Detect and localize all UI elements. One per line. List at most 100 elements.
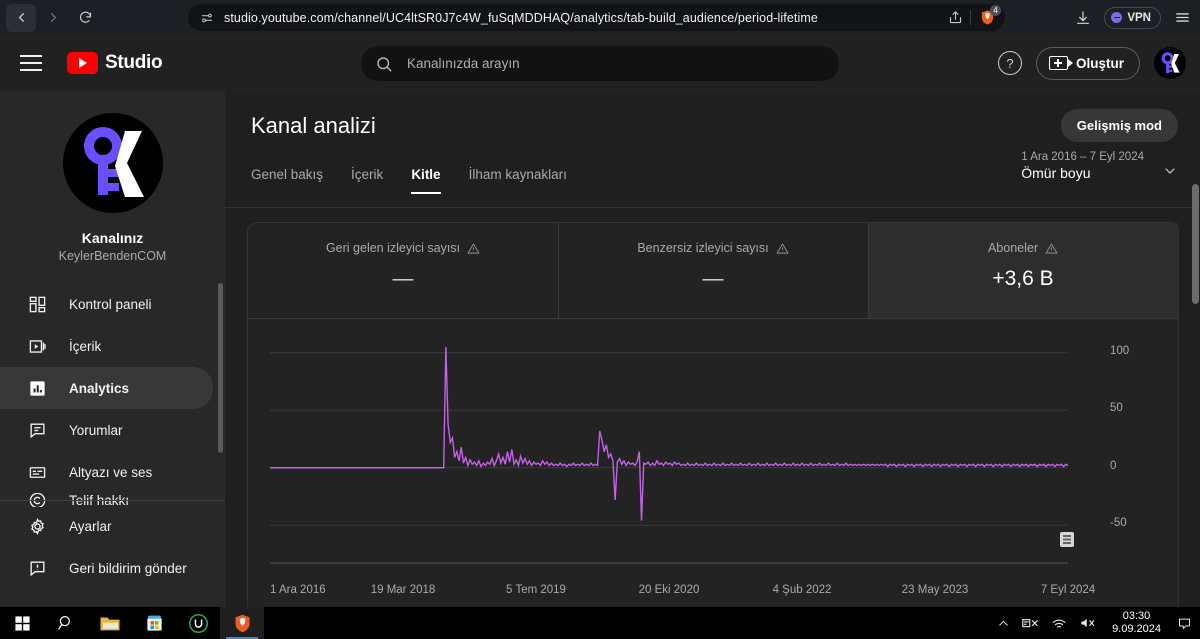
sidebar-toggle-button[interactable]: [20, 51, 44, 75]
sidebar-scrollbar[interactable]: [218, 283, 223, 453]
subtitles-icon: [25, 460, 49, 484]
chart-range-handle[interactable]: [1060, 532, 1074, 547]
feedback-icon: [25, 556, 49, 580]
forward-button[interactable]: [38, 4, 68, 32]
taskbar-clock[interactable]: 03:30 9.09.2024: [1108, 610, 1165, 636]
microsoft-store[interactable]: [132, 607, 176, 639]
metric-returning-viewers[interactable]: Geri gelen izleyici sayısı —: [248, 223, 558, 318]
create-video-icon: [1048, 56, 1073, 70]
metric-value: —: [702, 267, 724, 290]
youtube-studio-logo[interactable]: Studio: [67, 52, 163, 74]
warning-icon[interactable]: [1045, 242, 1058, 255]
date-range-text: 1 Ara 2016 – 7 Eyl 2024 Ömür boyu: [1021, 151, 1144, 181]
sidebar-item-dashboard[interactable]: Kontrol paneli: [0, 283, 213, 325]
channel-avatar-icon: [1155, 48, 1185, 78]
metric-title: Benzersiz izleyici sayısı: [637, 241, 789, 255]
chart-x-axis: 1 Ara 2016 19 Mar 2018 5 Tem 2019 20 Eki 20…: [248, 564, 1180, 596]
chevron-up-icon: [999, 620, 1008, 626]
chart-y-tick: 50: [1110, 402, 1123, 415]
chevron-down-icon[interactable]: [1162, 163, 1178, 184]
sidebar-item-analytics[interactable]: Analytics: [0, 367, 213, 409]
site-settings-icon[interactable]: [198, 9, 216, 27]
windows-start-icon: [14, 615, 30, 631]
chart-y-tick: 0: [1110, 459, 1117, 472]
share-icon[interactable]: [948, 10, 963, 25]
sidebar-bottom-nav: Ayarlar Geri bildirim gönder: [0, 493, 225, 589]
volume-muted-icon[interactable]: [1079, 616, 1096, 630]
youtube-play-icon: [67, 52, 98, 74]
back-button[interactable]: [6, 3, 36, 32]
sidebar-item-subtitles[interactable]: Altyazı ve ses: [0, 451, 213, 493]
date-range-label: Ömür boyu: [1021, 165, 1091, 181]
notifications-icon[interactable]: [1177, 616, 1192, 631]
reload-button[interactable]: [70, 4, 100, 32]
sidebar-item-label: Geri bildirim gönder: [69, 560, 187, 576]
brave-browser[interactable]: [220, 607, 264, 639]
metric-label: Geri gelen izleyici sayısı: [325, 241, 461, 255]
avatar[interactable]: [1154, 47, 1186, 79]
sidebar-item-label: Yorumlar: [69, 422, 123, 438]
chart-x-tick: 7 Eyl 2024: [1040, 584, 1096, 596]
metric-value: —: [392, 267, 414, 290]
chart-y-tick: -50: [1110, 517, 1127, 530]
analytics-tabs: Genel bakış İçerik Kitle İlham kaynaklar…: [251, 167, 581, 194]
create-button[interactable]: Oluştur: [1035, 46, 1140, 80]
start-button[interactable]: [0, 607, 44, 639]
metric-unique-viewers[interactable]: Benzersiz izleyici sayısı —: [558, 223, 868, 318]
tab-content[interactable]: İçerik: [337, 167, 397, 194]
search-icon: [375, 55, 393, 73]
sidebar-item-label: İçerik: [69, 338, 102, 354]
tab-inspiration[interactable]: İlham kaynakları: [455, 167, 581, 194]
u-app[interactable]: [176, 607, 220, 639]
brave-shields-button[interactable]: 4: [978, 5, 1001, 27]
channel-avatar-icon: [62, 113, 163, 213]
main-scrollbar[interactable]: [1192, 184, 1199, 304]
shield-block-count: 4: [990, 5, 1001, 16]
sidebar-item-content[interactable]: İçerik: [0, 325, 213, 367]
sidebar-item-settings[interactable]: Ayarlar: [0, 505, 213, 547]
warning-icon[interactable]: [776, 242, 789, 255]
vpn-status-icon: [1111, 12, 1123, 23]
forward-arrow-icon: [50, 13, 56, 22]
u-app-icon: [188, 613, 208, 633]
subscribers-chart[interactable]: 100 50 0 -50 1 Ara 2016 19 Mar 2018 5 Tem 201…: [248, 320, 1180, 607]
sidebar-item-label: Ayarlar: [69, 518, 112, 534]
show-hidden-icons[interactable]: [997, 617, 1010, 630]
analytics-icon: [25, 376, 49, 400]
browser-menu-button[interactable]: [1170, 6, 1194, 30]
warning-icon[interactable]: [467, 242, 480, 255]
reload-icon: [79, 11, 91, 23]
comments-icon: [25, 418, 49, 442]
metric-value: +3,6 B: [992, 267, 1054, 290]
sidebar-item-feedback[interactable]: Geri bildirim gönder: [0, 547, 213, 589]
chart-y-tick: 100: [1110, 344, 1130, 357]
windows-taskbar: 03:30 9.09.2024: [0, 607, 1200, 639]
taskbar-search[interactable]: [44, 607, 88, 639]
wifi-icon[interactable]: [1051, 617, 1067, 630]
browser-toolbar: studio.youtube.com/channel/UC4ltSR0J7c4W…: [0, 0, 1200, 35]
channel-avatar[interactable]: [62, 113, 163, 213]
chart-x-tick: 20 Eki 2020: [638, 584, 700, 596]
network-icon[interactable]: [1022, 617, 1039, 630]
search-input[interactable]: Kanalınızda arayın: [361, 46, 839, 81]
clock-time: 03:30: [1122, 610, 1151, 622]
hamburger-menu-icon: [1175, 13, 1189, 22]
help-button[interactable]: ?: [997, 51, 1022, 75]
downloads-button[interactable]: [1071, 6, 1095, 30]
tab-overview[interactable]: Genel bakış: [251, 167, 337, 194]
back-arrow-icon: [18, 13, 24, 22]
sidebar-item-comments[interactable]: Yorumlar: [0, 409, 213, 451]
tab-audience[interactable]: Kitle: [397, 167, 454, 194]
address-bar[interactable]: studio.youtube.com/channel/UC4ltSR0J7c4W…: [188, 4, 1005, 31]
content-icon: [25, 334, 49, 358]
brave-browser-icon: [235, 614, 249, 632]
system-tray: 03:30 9.09.2024: [997, 607, 1200, 639]
advanced-mode-button[interactable]: Gelişmiş mod: [1060, 109, 1178, 142]
metric-subscribers[interactable]: Aboneler +3,6 B: [868, 223, 1178, 318]
file-explorer[interactable]: [88, 607, 132, 639]
browser-nav-buttons: [0, 3, 100, 32]
vpn-button[interactable]: VPN: [1104, 6, 1161, 29]
date-range-selector[interactable]: 1 Ara 2016 – 7 Eyl 2024 Ömür boyu: [1021, 151, 1178, 184]
browser-right-actions: VPN: [1071, 0, 1194, 35]
channel-name: KeylerBendenCOM: [58, 249, 167, 263]
